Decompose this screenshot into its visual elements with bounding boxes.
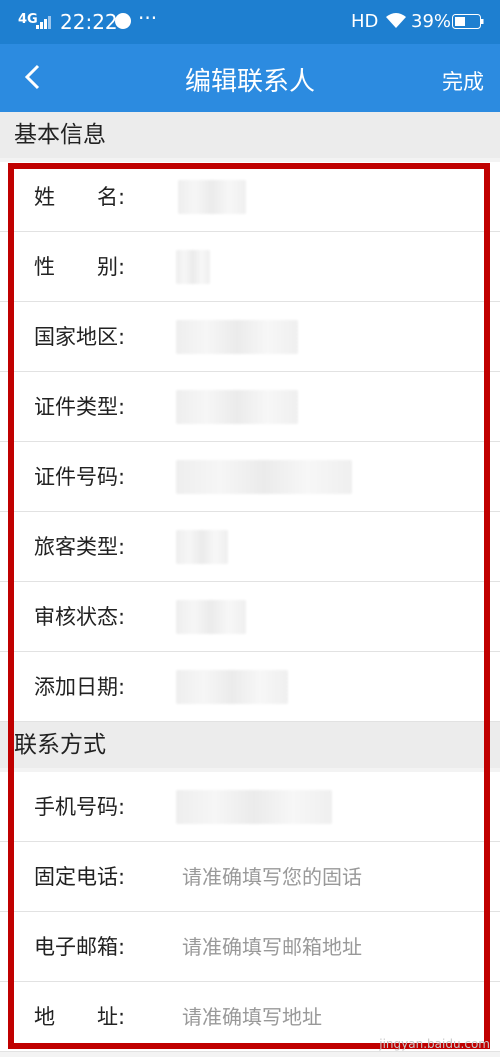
row-id-number[interactable]: 证件号码:	[0, 442, 500, 512]
page-title: 编辑联系人	[184, 67, 315, 97]
landline-label: 固定电话:	[34, 865, 126, 889]
row-email[interactable]: 电子邮箱: 请准确填写邮箱地址	[0, 912, 500, 982]
alarm-icon	[115, 13, 131, 29]
email-input[interactable]: 请准确填写邮箱地址	[182, 912, 362, 982]
status-bar: 4G 22:22 ··· HD 39%	[0, 0, 500, 44]
section-basic-info: 基本信息	[0, 112, 500, 158]
row-mobile[interactable]: 手机号码:	[0, 772, 500, 842]
nav-bar: 编辑联系人 完成	[0, 44, 500, 112]
address-label: 地 址:	[34, 1005, 126, 1029]
added-date-label: 添加日期:	[34, 675, 126, 699]
row-landline[interactable]: 固定电话: 请准确填写您的固话	[0, 842, 500, 912]
country-label: 国家地区:	[34, 325, 126, 349]
row-id-type[interactable]: 证件类型:	[0, 372, 500, 442]
name-value-blurred	[178, 180, 246, 214]
gender-value-blurred	[176, 250, 210, 284]
review-status-label: 审核状态:	[34, 605, 126, 629]
id-number-label: 证件号码:	[34, 465, 126, 489]
landline-input[interactable]: 请准确填写您的固话	[182, 842, 362, 912]
row-country[interactable]: 国家地区:	[0, 302, 500, 372]
wifi-icon	[386, 13, 406, 28]
added-date-value-blurred	[176, 670, 288, 704]
mobile-label: 手机号码:	[34, 795, 126, 819]
row-name[interactable]: 姓 名:	[0, 162, 500, 232]
gender-label: 性 别:	[34, 255, 126, 279]
email-label: 电子邮箱:	[34, 935, 126, 959]
row-passenger-type[interactable]: 旅客类型:	[0, 512, 500, 582]
row-added-date[interactable]: 添加日期:	[0, 652, 500, 722]
id-type-label: 证件类型:	[34, 395, 126, 419]
passenger-type-label: 旅客类型:	[34, 535, 126, 559]
passenger-type-value-blurred	[176, 530, 228, 564]
battery-percent: 39%	[411, 11, 452, 32]
row-review-status[interactable]: 审核状态:	[0, 582, 500, 652]
signal-label: 4G	[18, 12, 38, 27]
signal-icon	[36, 16, 51, 29]
section-contact: 联系方式	[0, 722, 500, 768]
address-input[interactable]: 请准确填写地址	[182, 982, 322, 1052]
review-status-value-blurred	[176, 600, 246, 634]
more-notifications-icon: ···	[138, 6, 158, 30]
watermark: jingyan.baidu.com	[379, 1037, 490, 1051]
done-button[interactable]: 完成	[442, 66, 484, 96]
country-value-blurred	[176, 320, 298, 354]
battery-icon	[452, 14, 484, 29]
id-number-value-blurred	[176, 460, 352, 494]
mobile-value-blurred	[176, 790, 332, 824]
row-gender[interactable]: 性 别:	[0, 232, 500, 302]
hd-label: HD	[351, 11, 379, 32]
clock-time: 22:22	[60, 10, 118, 34]
id-type-value-blurred	[176, 390, 298, 424]
name-label: 姓 名:	[34, 185, 126, 209]
